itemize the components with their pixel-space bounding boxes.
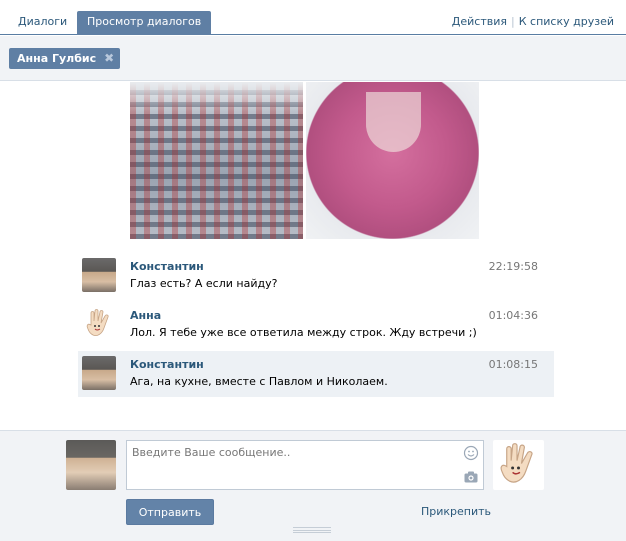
message-author[interactable]: Константин [130, 260, 204, 273]
message-text: Ага, на кухне, вместе с Павлом и Николае… [130, 375, 388, 388]
actions-link[interactable]: Действия [452, 15, 507, 28]
peer-avatar[interactable] [493, 440, 544, 490]
contact-filter-chip[interactable]: Анна Гулбис ✖ [9, 48, 121, 69]
message-time: 01:08:15 [488, 358, 538, 371]
hand-avatar-icon [86, 309, 109, 336]
message-composer: Отправить Прикрепить [0, 430, 626, 541]
message-row: Константин 22:19:58 Глаз есть? А если на… [78, 253, 554, 299]
avatar[interactable] [82, 258, 116, 292]
photo-attachment-1[interactable] [130, 82, 303, 239]
message-time: 22:19:58 [488, 260, 538, 273]
smile-icon[interactable] [463, 445, 479, 461]
filter-bar: Анна Гулбис ✖ [0, 36, 626, 81]
message-row: Анна 01:04:36 Лол. Я тебе уже все ответи… [78, 302, 554, 348]
camera-icon[interactable] [463, 469, 479, 485]
message-author[interactable]: Константин [130, 358, 204, 371]
photo-attachments [130, 82, 479, 239]
message-time: 01:04:36 [488, 309, 538, 322]
resize-handle[interactable] [293, 527, 331, 533]
contact-filter-label: Анна Гулбис [17, 52, 97, 65]
tab-view-dialogs[interactable]: Просмотр диалогов [77, 11, 212, 35]
message-text: Глаз есть? А если найду? [130, 277, 278, 290]
message-row: Константин 01:08:15 Ага, на кухне, вмест… [78, 351, 554, 397]
message-text: Лол. Я тебе уже все ответила между строк… [130, 326, 477, 339]
avatar[interactable] [82, 356, 116, 390]
tab-bar: Диалоги Просмотр диалогов Действия | К спи… [0, 0, 626, 35]
message-input-box [126, 440, 484, 490]
message-author[interactable]: Анна [130, 309, 161, 322]
message-input[interactable] [127, 441, 457, 489]
photo-attachment-2[interactable] [306, 82, 479, 239]
send-button[interactable]: Отправить [126, 499, 214, 525]
link-separator: | [511, 15, 515, 28]
avatar[interactable] [82, 307, 116, 341]
hand-avatar-icon [500, 443, 533, 483]
close-icon[interactable]: ✖ [104, 48, 114, 69]
attach-link[interactable]: Прикрепить [421, 505, 491, 518]
to-friends-link[interactable]: К списку друзей [519, 15, 614, 28]
top-links: Действия | К списку друзей [452, 15, 614, 28]
message-history[interactable]: Константин 22:19:58 Глаз есть? А если на… [0, 82, 626, 430]
my-avatar[interactable] [66, 440, 116, 490]
tab-dialogs[interactable]: Диалоги [8, 11, 77, 35]
